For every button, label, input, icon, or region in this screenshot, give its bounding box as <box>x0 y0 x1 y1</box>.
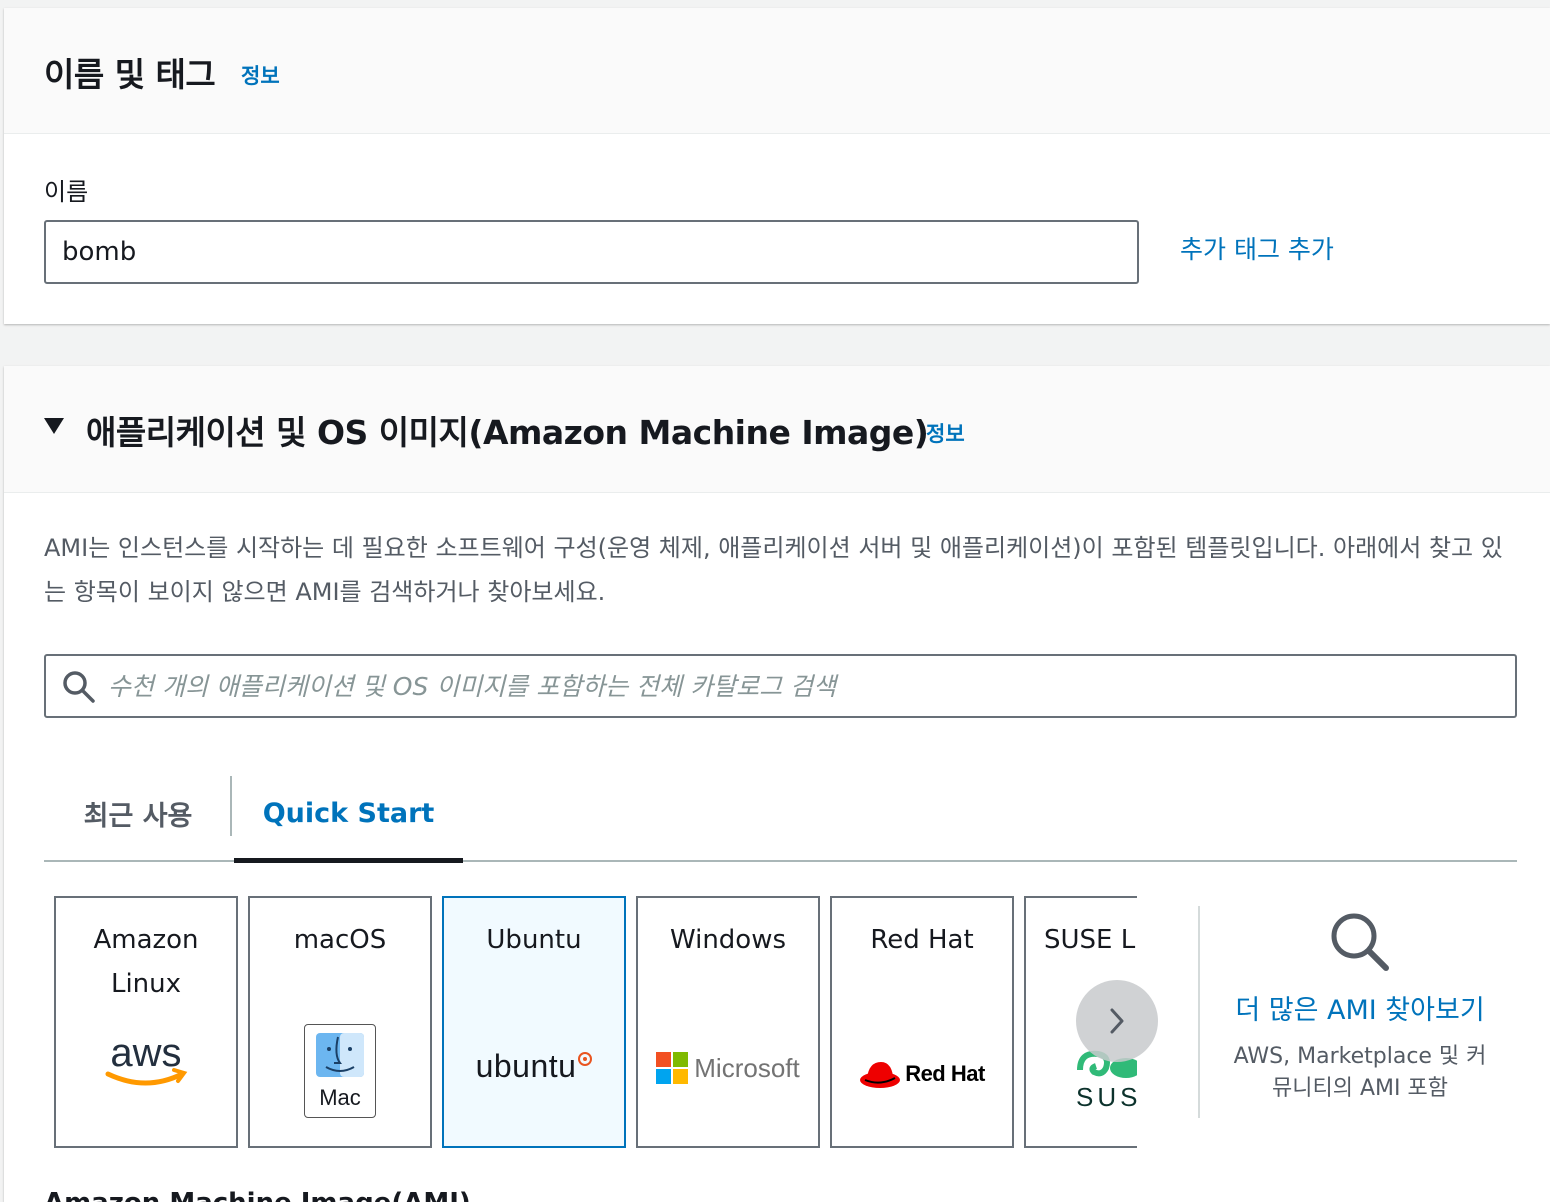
aws-logo-icon: aws <box>56 1028 236 1094</box>
name-label: 이름 <box>44 178 89 206</box>
aws-logo-text: aws <box>110 1031 181 1075</box>
name-and-tags-header: 이름 및 태그 정보 <box>4 8 1550 134</box>
ami-panel: 애플리케이션 및 OS 이미지(Amazon Machine Image) 정보… <box>4 366 1550 1202</box>
suse-logo-text: SUS <box>1076 1082 1137 1112</box>
os-tile-label: Red Hat <box>870 925 974 955</box>
tab-quick-start[interactable]: Quick Start <box>234 766 463 860</box>
red-hat-logo-text: Red Hat <box>905 1061 985 1086</box>
os-tile-label: macOS <box>293 925 387 955</box>
ami-title: 애플리케이션 및 OS 이미지(Amazon Machine Image) <box>86 413 929 452</box>
name-and-tags-title: 이름 및 태그 <box>44 55 216 94</box>
chevron-right-icon <box>1110 1008 1124 1034</box>
ami-description: AMI는 인스턴스를 시작하는 데 필요한 소프트웨어 구성(운영 체제, 애플… <box>44 534 1503 606</box>
active-tab-indicator <box>234 858 463 863</box>
tab-divider <box>230 776 232 836</box>
microsoft-logo-text: Microsoft <box>694 1052 800 1083</box>
os-tiles-row: Amazon Linux aws macOS Mac Ubuntu ubuntu… <box>54 896 1137 1148</box>
collapse-caret-icon[interactable] <box>44 418 64 434</box>
vertical-divider <box>1198 906 1200 1118</box>
ami-info-link[interactable]: 정보 <box>926 418 965 448</box>
red-hat-logo-icon: Red Hat <box>832 1058 1012 1090</box>
ubuntu-logo-text: ubuntu <box>475 1048 577 1084</box>
os-tile-windows[interactable]: Windows Microsoft <box>636 896 820 1148</box>
os-tile-label: Ubuntu <box>486 925 582 955</box>
ami-tabs: 최근 사용 Quick Start <box>44 766 1517 863</box>
os-tile-amazon-linux[interactable]: Amazon Linux aws <box>54 896 238 1148</box>
mac-finder-icon: Mac <box>250 1024 430 1118</box>
os-tile-red-hat[interactable]: Red Hat Red Hat <box>830 896 1014 1148</box>
os-tile-label: Windows <box>669 925 787 955</box>
browse-more-amis-subtitle: AWS, Marketplace 및 커뮤니티의 AMI 포함 <box>1233 1044 1487 1101</box>
os-tile-ubuntu[interactable]: Ubuntu ubuntu <box>442 896 626 1148</box>
ami-section-title: Amazon Machine Image(AMI) <box>44 1188 471 1202</box>
search-icon <box>63 671 95 703</box>
browse-more-amis[interactable]: 더 많은 AMI 찾아보기 AWS, Marketplace 및 커뮤니티의 A… <box>1204 896 1516 1136</box>
tab-recently-used[interactable]: 최근 사용 <box>44 766 232 860</box>
ubuntu-logo-icon: ubuntu <box>444 1048 624 1085</box>
name-tags-info-link[interactable]: 정보 <box>241 60 280 90</box>
os-tile-label: SUSE Li <box>1044 925 1137 955</box>
name-and-tags-panel: 이름 및 태그 정보 이름 추가 태그 추가 <box>4 8 1550 324</box>
add-additional-tags-link[interactable]: 추가 태그 추가 <box>1180 230 1334 266</box>
ami-search-input[interactable] <box>108 662 1498 710</box>
ami-header: 애플리케이션 및 OS 이미지(Amazon Machine Image) 정보 <box>4 366 1550 493</box>
name-input[interactable] <box>44 220 1139 284</box>
magnifier-icon <box>1331 913 1389 971</box>
mac-logo-text: Mac <box>319 1085 361 1110</box>
ami-search-box[interactable] <box>44 654 1517 718</box>
os-tile-label: Amazon Linux <box>93 925 199 999</box>
scroll-right-button[interactable] <box>1076 980 1158 1062</box>
microsoft-logo-icon: Microsoft <box>638 1052 818 1084</box>
os-tile-macos[interactable]: macOS Mac <box>248 896 432 1148</box>
browse-more-amis-link[interactable]: 더 많은 AMI 찾아보기 <box>1204 988 1516 1027</box>
